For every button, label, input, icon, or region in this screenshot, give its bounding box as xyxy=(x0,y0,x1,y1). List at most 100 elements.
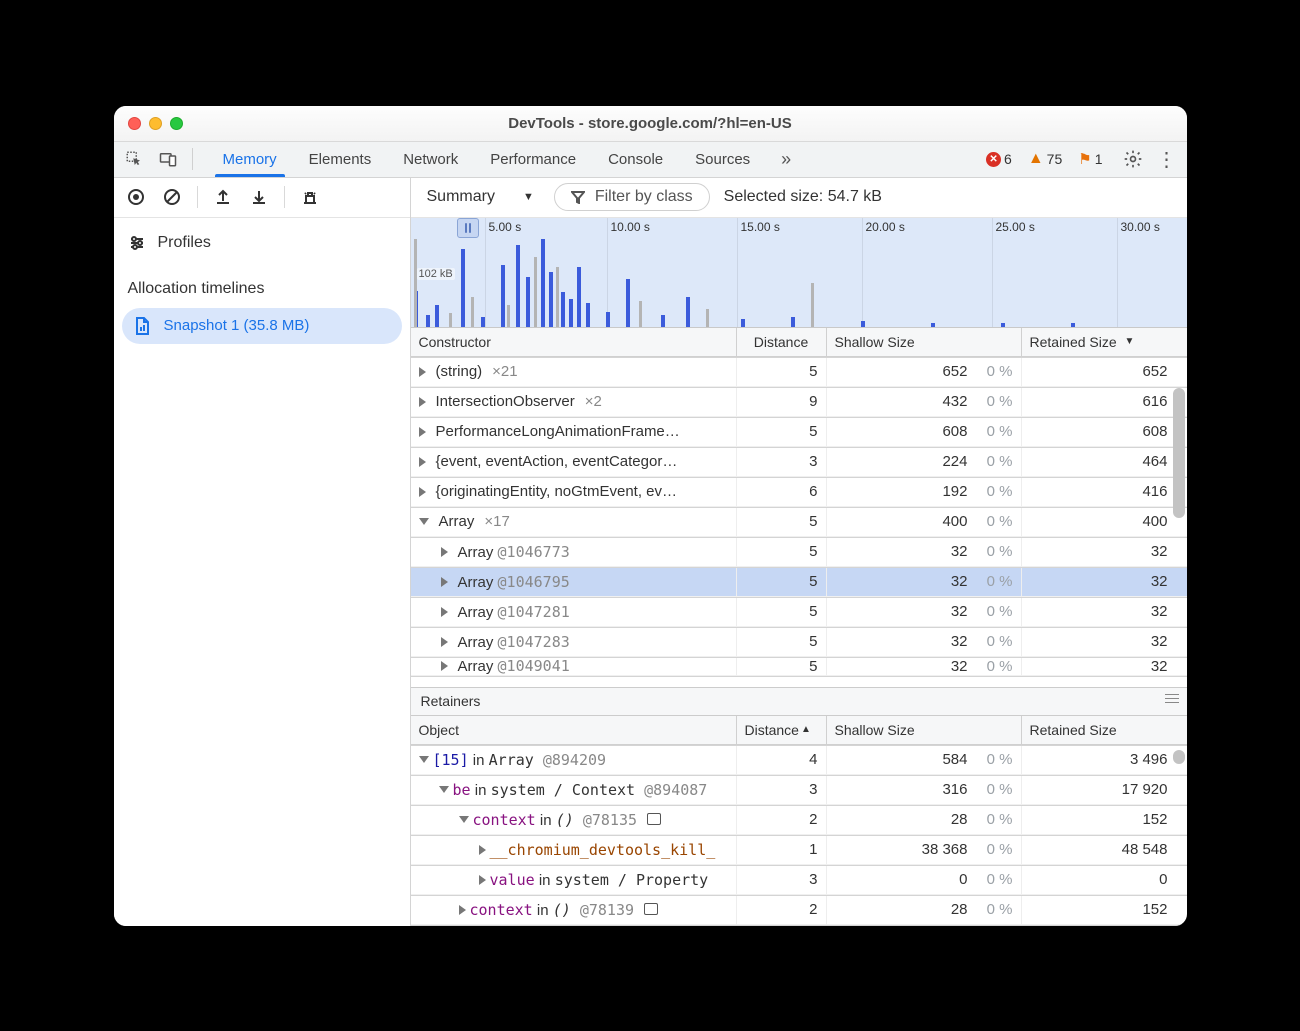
window-minimize-button[interactable] xyxy=(149,117,162,130)
shallow-pct: 0 % xyxy=(976,806,1021,835)
header-retained-size-r[interactable]: Retained Size xyxy=(1021,716,1176,745)
header-shallow-size[interactable]: Shallow Size xyxy=(826,328,976,357)
retained-size-value: 616 xyxy=(1021,388,1176,417)
retainers-menu-icon[interactable] xyxy=(1165,694,1179,703)
header-object[interactable]: Object xyxy=(411,716,736,745)
disclosure-arrow-icon[interactable] xyxy=(419,487,426,497)
timeline-tick: 5.00 s xyxy=(489,220,522,234)
retained-size-value: 32 xyxy=(1021,598,1176,627)
retainer-row[interactable]: context in () @78139 2280 %1520 % xyxy=(411,896,1187,926)
constructors-header-row: Constructor Distance Shallow Size Retain… xyxy=(411,328,1187,358)
error-icon: ✕ xyxy=(986,152,1001,167)
disclosure-arrow-icon[interactable] xyxy=(441,607,448,617)
timeline-handle[interactable] xyxy=(457,218,479,238)
shallow-pct: 0 % xyxy=(976,448,1021,477)
filter-placeholder: Filter by class xyxy=(595,188,693,206)
table-row[interactable]: Array @10472835320 %320 % xyxy=(411,628,1187,658)
record-icon[interactable] xyxy=(122,183,150,211)
disclosure-arrow-icon[interactable] xyxy=(419,427,426,437)
table-row[interactable]: {originatingEntity, noGtmEvent, ev…61920… xyxy=(411,478,1187,508)
disclosure-arrow-icon[interactable] xyxy=(441,661,448,671)
shallow-pct: 0 % xyxy=(976,358,1021,387)
table-row[interactable]: {event, eventAction, eventCategor…32240 … xyxy=(411,448,1187,478)
disclosure-arrow-icon[interactable] xyxy=(441,547,448,557)
tab-memory[interactable]: Memory xyxy=(207,142,293,177)
table-row[interactable]: Array @10467955320 %320 % xyxy=(411,568,1187,598)
inspect-icon[interactable] xyxy=(120,145,148,173)
scrollbar-thumb[interactable] xyxy=(1173,750,1185,764)
retained-size-value: 0 xyxy=(1021,866,1176,895)
garbage-collect-icon[interactable] xyxy=(296,183,324,211)
tab-console[interactable]: Console xyxy=(592,142,679,177)
disclosure-arrow-icon[interactable] xyxy=(419,367,426,377)
retainer-row[interactable]: [15] in Array @89420945840 %3 4960 % xyxy=(411,746,1187,776)
tab-network[interactable]: Network xyxy=(387,142,474,177)
header-retained-size[interactable]: Retained Size ▼ xyxy=(1021,328,1176,357)
header-constructor[interactable]: Constructor xyxy=(411,328,736,357)
window-close-button[interactable] xyxy=(128,117,141,130)
separator xyxy=(192,148,193,170)
disclosure-arrow-icon[interactable] xyxy=(419,518,429,525)
table-row[interactable]: Array @10472815320 %320 % xyxy=(411,598,1187,628)
selected-size-label: Selected size: 54.7 kB xyxy=(724,188,882,206)
shallow-pct: 0 % xyxy=(976,658,1021,676)
upload-icon[interactable] xyxy=(209,183,237,211)
table-row[interactable]: PerformanceLongAnimationFrame…56080 %608… xyxy=(411,418,1187,448)
disclosure-arrow-icon[interactable] xyxy=(441,637,448,647)
shallow-pct: 0 % xyxy=(976,388,1021,417)
clear-icon[interactable] xyxy=(158,183,186,211)
retainer-row[interactable]: __chromium_devtools_kill_138 3680 %48 54… xyxy=(411,836,1187,866)
header-shallow-size-r[interactable]: Shallow Size xyxy=(826,716,976,745)
disclosure-arrow-icon[interactable] xyxy=(459,816,469,823)
constructors-table[interactable]: (string)×2156520 %6520 %IntersectionObse… xyxy=(411,358,1187,687)
table-row[interactable]: IntersectionObserver×294320 %6160 % xyxy=(411,388,1187,418)
issues-count[interactable]: ⚑ 1 xyxy=(1078,150,1102,168)
table-row[interactable]: Array @10490415320 %320 % xyxy=(411,658,1187,677)
retained-size-value: 152 xyxy=(1021,806,1176,835)
disclosure-arrow-icon[interactable] xyxy=(419,457,426,467)
sort-asc-icon: ▲ xyxy=(801,724,811,735)
header-distance-asc[interactable]: Distance▲ xyxy=(736,716,826,745)
disclosure-arrow-icon[interactable] xyxy=(459,905,466,915)
distance-value: 2 xyxy=(736,806,826,835)
disclosure-arrow-icon[interactable] xyxy=(439,786,449,793)
distance-value: 6 xyxy=(736,478,826,507)
retained-pct: 0 % xyxy=(1176,628,1187,657)
download-icon[interactable] xyxy=(245,183,273,211)
tab-sources[interactable]: Sources xyxy=(679,142,766,177)
shallow-pct: 0 % xyxy=(976,896,1021,925)
table-row[interactable]: Array @10467735320 %320 % xyxy=(411,538,1187,568)
error-count[interactable]: ✕ 6 xyxy=(986,151,1012,167)
retained-pct: 0 % xyxy=(1176,866,1187,895)
disclosure-arrow-icon[interactable] xyxy=(419,756,429,763)
disclosure-arrow-icon[interactable] xyxy=(479,845,486,855)
window-title: DevTools - store.google.com/?hl=en-US xyxy=(114,115,1187,132)
shallow-size-value: 32 xyxy=(826,598,976,627)
disclosure-arrow-icon[interactable] xyxy=(479,875,486,885)
disclosure-arrow-icon[interactable] xyxy=(419,397,426,407)
shallow-pct: 0 % xyxy=(976,568,1021,597)
disclosure-arrow-icon[interactable] xyxy=(441,577,448,587)
table-row[interactable]: (string)×2156520 %6520 % xyxy=(411,358,1187,388)
header-distance[interactable]: Distance xyxy=(736,328,826,357)
shallow-pct: 0 % xyxy=(976,538,1021,567)
filter-input[interactable]: Filter by class xyxy=(554,183,710,211)
kebab-menu-icon[interactable]: ⋮ xyxy=(1153,145,1181,173)
view-mode-dropdown[interactable]: Summary ▼ xyxy=(421,184,540,210)
warning-count[interactable]: ▲ 75 xyxy=(1028,150,1062,168)
tab-elements[interactable]: Elements xyxy=(293,142,388,177)
retainers-table[interactable]: [15] in Array @89420945840 %3 4960 %be i… xyxy=(411,746,1187,926)
settings-icon[interactable] xyxy=(1119,145,1147,173)
snapshot-item[interactable]: Snapshot 1 (35.8 MB) xyxy=(122,308,402,344)
device-toggle-icon[interactable] xyxy=(154,145,182,173)
allocation-timeline[interactable]: 5.00 s 10.00 s 15.00 s 20.00 s 25.00 s 3… xyxy=(411,218,1187,328)
tab-performance[interactable]: Performance xyxy=(474,142,592,177)
shallow-size-value: 38 368 xyxy=(826,836,976,865)
more-tabs-icon[interactable]: » xyxy=(772,145,800,173)
retainer-row[interactable]: be in system / Context @89408733160 %17 … xyxy=(411,776,1187,806)
scrollbar-thumb[interactable] xyxy=(1173,388,1185,518)
table-row[interactable]: Array×1754000 %4000 % xyxy=(411,508,1187,538)
window-maximize-button[interactable] xyxy=(170,117,183,130)
retainer-row[interactable]: context in () @78135 2280 %1520 % xyxy=(411,806,1187,836)
retainer-row[interactable]: value in system / Property300 %00 % xyxy=(411,866,1187,896)
